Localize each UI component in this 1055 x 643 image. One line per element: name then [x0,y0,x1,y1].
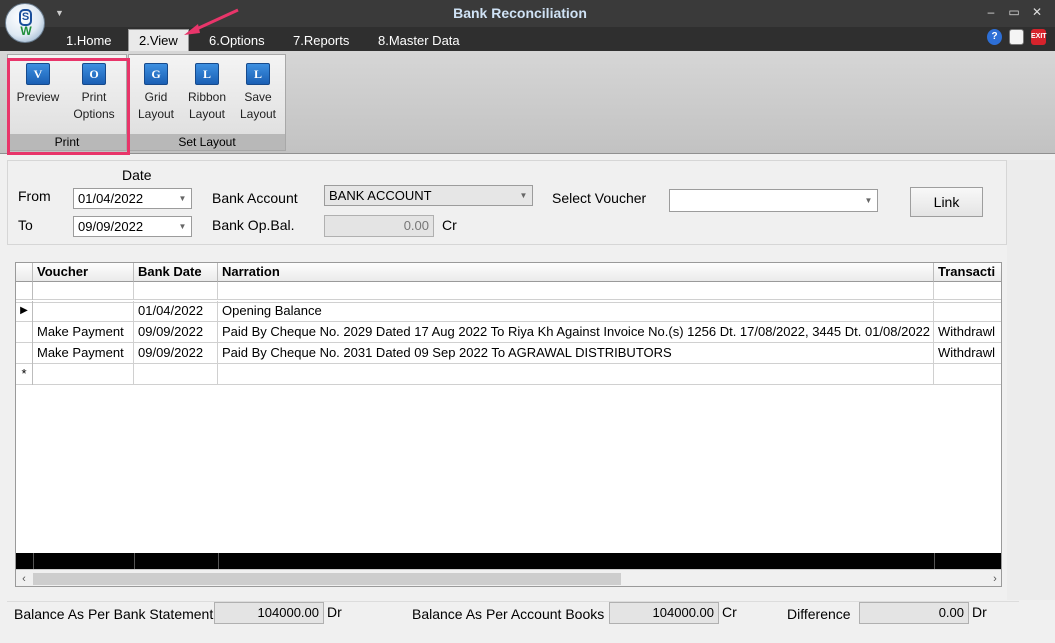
account-books-suffix: Cr [722,604,737,620]
close-icon[interactable]: ✕ [1028,5,1046,19]
chevron-down-icon[interactable]: ▼ [174,217,191,236]
ribbon-layout-icon: L [195,63,219,85]
grid-summary-row [16,553,1001,569]
select-voucher-label: Select Voucher [552,190,647,206]
scroll-right-icon[interactable]: › [988,571,1001,586]
exit-icon[interactable]: EXIT [1031,29,1047,45]
bank-statement-balance: 104000.00 [214,602,324,624]
to-date-picker[interactable]: 09/09/2022 ▼ [73,216,192,237]
account-books-label: Balance As Per Account Books [412,606,605,622]
bank-opbal-label: Bank Op.Bal. [212,217,295,233]
ribbon-layout-button[interactable]: L Ribbon Layout [180,63,234,123]
table-row[interactable] [16,282,1001,300]
difference-label: Difference [787,606,851,622]
difference-suffix: Dr [972,604,987,620]
maximize-icon[interactable]: ▭ [1005,5,1023,19]
column-header-voucher[interactable]: Voucher [33,263,134,282]
chevron-down-icon[interactable]: ▼ [515,186,532,205]
from-date-picker[interactable]: 01/04/2022 ▼ [73,188,192,209]
help-icon[interactable]: ? [987,29,1002,45]
bank-opbal-suffix: Cr [442,217,457,233]
scroll-left-icon[interactable]: ‹ [17,571,31,586]
tab-home[interactable]: 1.Home [56,31,122,51]
column-header-transaction[interactable]: Transacti [934,263,1001,282]
document-icon[interactable] [1009,29,1024,45]
grid-layout-button[interactable]: G Grid Layout [129,63,183,123]
right-side-panel [1007,160,1055,600]
save-layout-button[interactable]: L Save Layout [231,63,285,123]
table-row[interactable]: Make Payment 09/09/2022 Paid By Cheque N… [16,343,1001,364]
bank-account-select[interactable]: BANK ACCOUNT ▼ [324,185,533,206]
grid-corner[interactable] [16,263,33,282]
ribbon: V Preview O Print Options Print G Grid L… [0,51,1055,154]
table-row[interactable]: ▶ 01/04/2022 Opening Balance [16,301,1001,322]
window-title: Bank Reconciliation [453,5,587,21]
difference-value: 0.00 [859,602,969,624]
new-row-icon: * [16,364,33,385]
tab-reports[interactable]: 7.Reports [283,31,359,51]
bank-account-label: Bank Account [212,190,298,206]
chevron-down-icon[interactable]: ▼ [174,189,191,208]
scrollbar-thumb[interactable] [33,573,621,585]
from-label: From [18,188,51,204]
print-group-highlight-box [7,58,130,155]
bank-statement-suffix: Dr [327,604,342,620]
date-heading: Date [122,167,152,183]
reconciliation-grid[interactable]: Voucher Bank Date Narration Transacti ▶ … [15,262,1002,587]
minimize-icon[interactable]: – [982,5,1000,19]
grid-layout-icon: G [144,63,168,85]
horizontal-scrollbar[interactable]: ‹ › [16,569,1001,586]
table-row[interactable]: Make Payment 09/09/2022 Paid By Cheque N… [16,322,1001,343]
set-layout-group: G Grid Layout L Ribbon Layout L Save Lay… [128,54,286,151]
chevron-down-icon[interactable]: ▼ [860,190,877,211]
select-voucher-dropdown[interactable]: ▼ [669,189,878,212]
bank-statement-label: Balance As Per Bank Statement [14,606,214,622]
table-row-new[interactable]: * [16,364,1001,385]
bank-opbal-field[interactable]: 0.00 [324,215,434,237]
link-button[interactable]: Link [910,187,983,217]
tab-master-data[interactable]: 8.Master Data [368,31,470,51]
set-layout-group-label: Set Layout [129,134,285,150]
app-logo[interactable]: S W [5,3,45,43]
column-header-narration[interactable]: Narration [218,263,934,282]
annotation-arrow-icon [184,8,239,35]
help-icons-group: ? EXIT [987,29,1049,47]
save-layout-icon: L [246,63,270,85]
row-selector-icon: ▶ [16,301,33,322]
to-label: To [18,217,33,233]
column-header-bank-date[interactable]: Bank Date [134,263,218,282]
ribbon-tab-bar: 1.Home 2.View 6.Options 7.Reports 8.Mast… [0,27,1055,51]
title-bar: ▼ Bank Reconciliation – ▭ ✕ [0,0,1055,27]
account-books-balance: 104000.00 [609,602,719,624]
